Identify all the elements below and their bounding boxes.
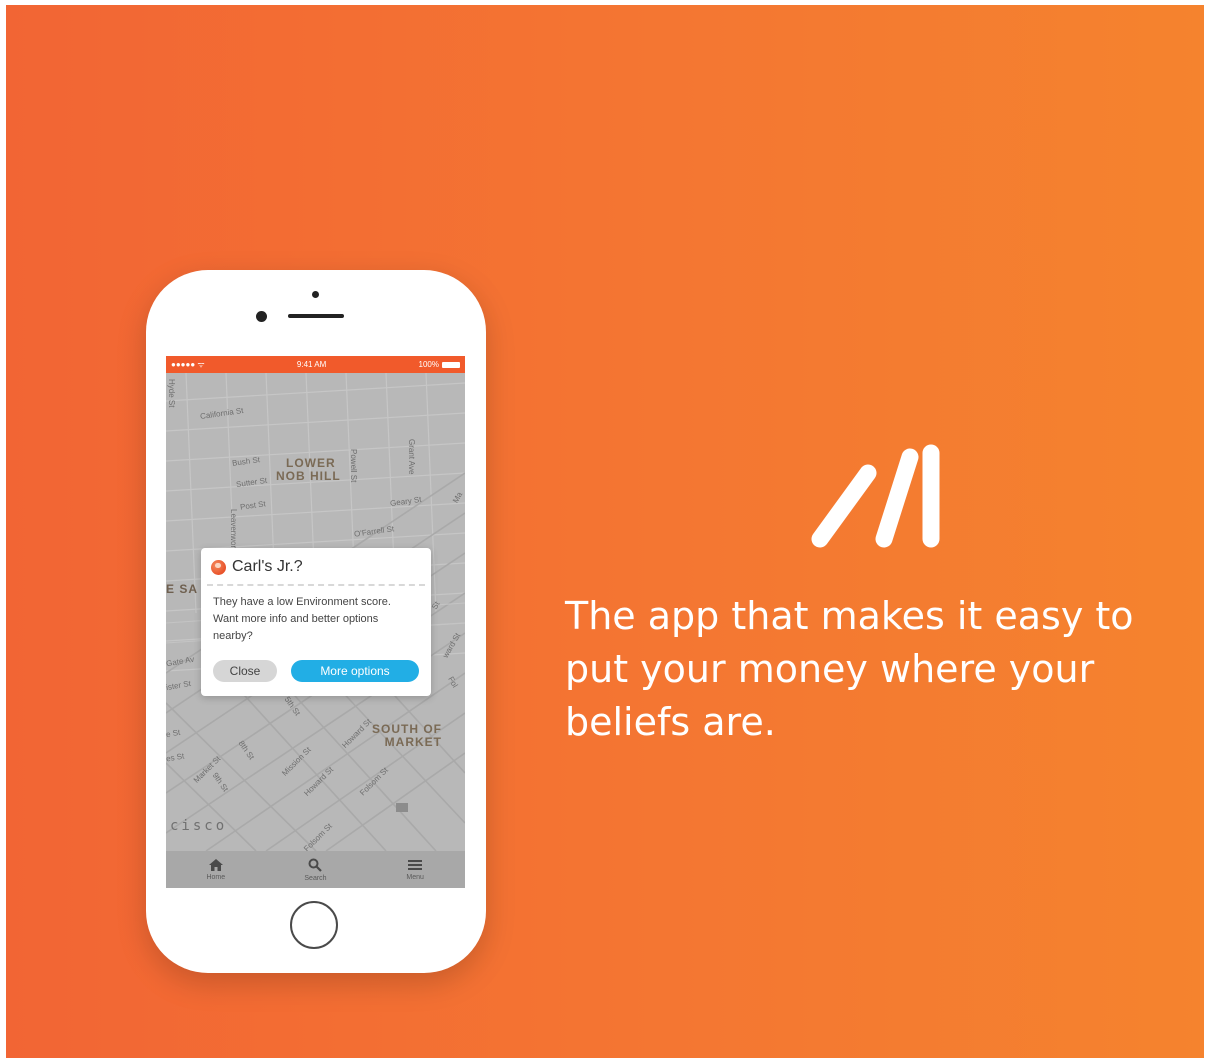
hero-background: ●●●●● ᯤ 9:41 AM 100% Hyde St California … [6,5,1204,1058]
dialog-message: They have a low Environment score. Want … [213,596,391,642]
home-icon [208,858,223,871]
battery-icon [441,361,460,368]
tab-label: Menu [406,873,424,881]
speaker-grille [288,314,344,318]
tagline: The app that makes it easy to put your m… [565,594,1134,744]
street-label: Hyde St [167,379,176,408]
battery-percent: 100% [418,360,439,369]
area-label-line: MARKET [384,735,442,749]
app-screen: ●●●●● ᯤ 9:41 AM 100% Hyde St California … [166,356,465,888]
status-bar: ●●●●● ᯤ 9:41 AM 100% [166,356,465,373]
dialog-actions: Close More options [213,660,419,682]
camera-icon [312,291,319,298]
tab-label: Home [206,873,226,881]
menu-icon [408,859,423,870]
status-time: 9:41 AM [296,360,327,369]
more-options-button[interactable]: More options [291,660,419,682]
globe-icon [211,559,226,575]
tab-label: Search [304,874,327,882]
home-button[interactable] [290,901,338,949]
phone-mockup: ●●●●● ᯤ 9:41 AM 100% Hyde St California … [146,270,486,973]
dialog-header: Carl's Jr.? [201,548,431,578]
area-label-south-of-market: SOUTH OF MARKET [372,723,442,749]
signal-indicator: ●●●●● ᯤ [171,360,205,369]
sensor-icon [256,311,267,322]
tab-bar: Home Search Menu [166,851,465,888]
city-label: cisco [170,818,228,834]
area-label-lower-nob-hill: LOWER NOB HILL [276,457,341,483]
area-label-line: NOB HILL [276,469,341,483]
area-label-fragment: E SA [166,582,199,596]
street-label: Grant Ave [407,439,416,475]
brand-logo-icon [811,444,940,548]
dialog-title: Carl's Jr.? [232,558,303,575]
tab-search[interactable]: Search [285,858,345,882]
street-label: Powell St [349,449,358,483]
business-alert-dialog: Carl's Jr.? They have a low Environment … [201,548,431,696]
close-button[interactable]: Close [213,660,277,682]
tab-menu[interactable]: Menu [385,859,445,881]
search-icon [308,858,323,872]
battery-indicator: 100% [419,360,460,369]
tab-home[interactable]: Home [186,858,246,881]
